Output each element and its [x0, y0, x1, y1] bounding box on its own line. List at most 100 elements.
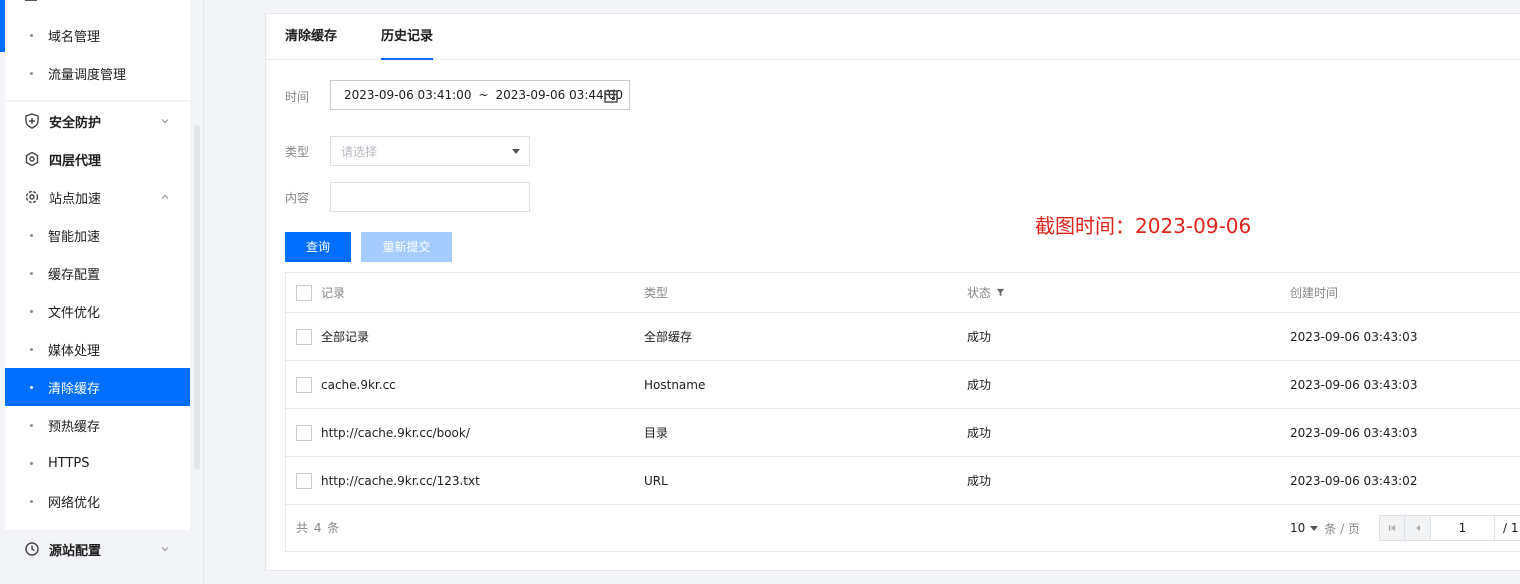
header-type: 类型 — [644, 286, 669, 300]
caret-down-icon — [1310, 525, 1319, 531]
sidebar-item-smart-accel[interactable]: 智能加速 — [5, 216, 190, 254]
time-label: 时间 — [285, 90, 310, 104]
cell-type: Hostname — [644, 377, 706, 392]
screenshot-time-annotation: 截图时间：2023-09-06 — [1035, 214, 1252, 238]
cell-record: http://cache.9kr.cc/book/ — [321, 425, 470, 440]
sidebar-item-label: 清除缓存 — [48, 381, 101, 397]
table-row: http://cache.9kr.cc/book/ 目录 成功 2023-09-… — [286, 409, 1520, 457]
sidebar-group-label: 源站配置 — [49, 543, 102, 559]
bullet-dot — [30, 71, 33, 75]
prev-page-icon — [1415, 525, 1420, 531]
cell-created: 2023-09-06 03:43:03 — [1290, 425, 1418, 440]
sidebar-group-label: 站点加速 — [49, 191, 102, 207]
history-icon — [23, 540, 41, 558]
caret-down-icon — [512, 149, 520, 154]
date-range-picker[interactable]: 2023-09-06 03:41:00 ~ 2023-09-06 03:44:0… — [330, 80, 630, 110]
query-button[interactable]: 查询 — [285, 232, 351, 262]
sidebar-item-label: 预热缓存 — [48, 419, 101, 435]
sidebar-item-label: HTTPS — [48, 455, 90, 471]
sidebar-group-header-partial — [5, 0, 190, 16]
type-select[interactable]: 请选择 — [330, 136, 530, 166]
table-footer: 共 4 条 10 条 / 页 1 / 1 — [286, 505, 1520, 551]
table-row: 全部记录 全部缓存 成功 2023-09-06 03:43:03 — [286, 313, 1520, 361]
page-size-unit: 条 / 页 — [1324, 521, 1360, 536]
row-checkbox[interactable] — [296, 425, 312, 441]
sidebar-scrollbar[interactable] — [194, 125, 200, 470]
page-size-select[interactable]: 10 条 / 页 — [1290, 505, 1360, 551]
sidebar: 域名管理 流量调度管理 安全防护 四层代理 站点加速 智能加速 缓存配置 文件优… — [0, 0, 204, 584]
resubmit-button[interactable]: 重新提交 — [361, 232, 452, 262]
sidebar-group-label: 四层代理 — [49, 153, 102, 169]
bullet-dot — [30, 461, 33, 465]
sidebar-item-purge-cache[interactable]: 清除缓存 — [5, 368, 190, 406]
sidebar-item-cache-config[interactable]: 缓存配置 — [5, 254, 190, 292]
tab-purge-cache[interactable]: 清除缓存 — [285, 14, 337, 60]
cell-created: 2023-09-06 03:43:02 — [1290, 473, 1418, 488]
sidebar-item-label: 域名管理 — [48, 29, 101, 45]
chevron-down-icon — [161, 547, 169, 552]
row-checkbox[interactable] — [296, 473, 312, 489]
chevron-up-icon — [161, 194, 169, 199]
cell-type: URL — [644, 473, 668, 488]
sidebar-item-file-optimize[interactable]: 文件优化 — [5, 292, 190, 330]
table-header-row: 记录 类型 状态 创建时间 — [286, 273, 1520, 313]
sidebar-item-https[interactable]: HTTPS — [5, 444, 190, 482]
type-label: 类型 — [285, 145, 310, 159]
tab-bar: 清除缓存 历史记录 — [266, 14, 1520, 60]
history-table: 记录 类型 状态 创建时间 全部记录 全部缓存 成功 2023-09-06 03… — [285, 272, 1520, 552]
bullet-dot — [30, 347, 33, 351]
cell-created: 2023-09-06 03:43:03 — [1290, 329, 1418, 344]
date-separator: ~ — [478, 88, 489, 102]
prev-page-button[interactable] — [1405, 515, 1431, 541]
cell-record: http://cache.9kr.cc/123.txt — [321, 473, 480, 488]
bullet-dot — [30, 423, 33, 427]
list-icon — [25, 0, 37, 1]
first-page-button[interactable] — [1379, 515, 1405, 541]
gear-icon — [23, 188, 41, 206]
sidebar-item-domain[interactable]: 域名管理 — [5, 16, 190, 54]
sidebar-item-label: 缓存配置 — [48, 267, 101, 283]
sidebar-group-site-accel[interactable]: 站点加速 — [5, 178, 190, 216]
content-input[interactable] — [330, 182, 530, 212]
cell-status: 成功 — [967, 474, 992, 488]
sidebar-group-origin[interactable]: 源站配置 — [5, 530, 190, 568]
sidebar-group-security[interactable]: 安全防护 — [5, 102, 190, 140]
page-number-input[interactable]: 1 — [1431, 515, 1495, 541]
tab-history[interactable]: 历史记录 — [381, 14, 434, 60]
header-created: 创建时间 — [1290, 286, 1339, 300]
content-label: 内容 — [285, 191, 310, 205]
table-row: http://cache.9kr.cc/123.txt URL 成功 2023-… — [286, 457, 1520, 505]
cell-type: 全部缓存 — [644, 330, 693, 344]
header-status-label: 状态 — [967, 286, 992, 300]
type-placeholder: 请选择 — [341, 144, 378, 159]
row-checkbox[interactable] — [296, 377, 312, 393]
bullet-dot — [30, 499, 33, 503]
pager: 1 / 1 — [1379, 515, 1520, 541]
sidebar-group-label: 安全防护 — [49, 115, 102, 131]
date-start: 2023-09-06 03:41:00 — [344, 88, 472, 102]
sidebar-item-label: 媒体处理 — [48, 343, 101, 359]
sidebar-item-network[interactable]: 网络优化 — [5, 482, 190, 520]
sidebar-group-l4proxy[interactable]: 四层代理 — [5, 140, 190, 178]
cell-status: 成功 — [967, 330, 992, 344]
history-panel: 清除缓存 历史记录 时间 2023-09-06 03:41:00 ~ 2023-… — [265, 13, 1520, 571]
bullet-dot — [30, 33, 33, 37]
cell-record: 全部记录 — [321, 330, 370, 344]
first-page-icon — [1389, 525, 1395, 531]
table-row: cache.9kr.cc Hostname 成功 2023-09-06 03:4… — [286, 361, 1520, 409]
sidebar-item-label: 网络优化 — [48, 495, 101, 511]
sidebar-card-domain: 域名管理 流量调度管理 — [5, 0, 190, 100]
sidebar-item-media[interactable]: 媒体处理 — [5, 330, 190, 368]
sidebar-item-prefetch[interactable]: 预热缓存 — [5, 406, 190, 444]
cell-status: 成功 — [967, 378, 992, 392]
sidebar-card-accel: 站点加速 智能加速 缓存配置 文件优化 媒体处理 清除缓存 预热缓存 HTTPS… — [5, 178, 190, 530]
filter-icon[interactable] — [996, 288, 1005, 297]
total-count: 共 4 条 — [296, 521, 341, 535]
shield-icon — [23, 112, 41, 130]
sidebar-item-traffic[interactable]: 流量调度管理 — [5, 54, 190, 92]
total-pages: / 1 — [1495, 515, 1520, 541]
header-status[interactable]: 状态 — [967, 273, 1005, 312]
page-size-value: 10 — [1290, 521, 1306, 535]
select-all-checkbox[interactable] — [296, 285, 312, 301]
row-checkbox[interactable] — [296, 329, 312, 345]
